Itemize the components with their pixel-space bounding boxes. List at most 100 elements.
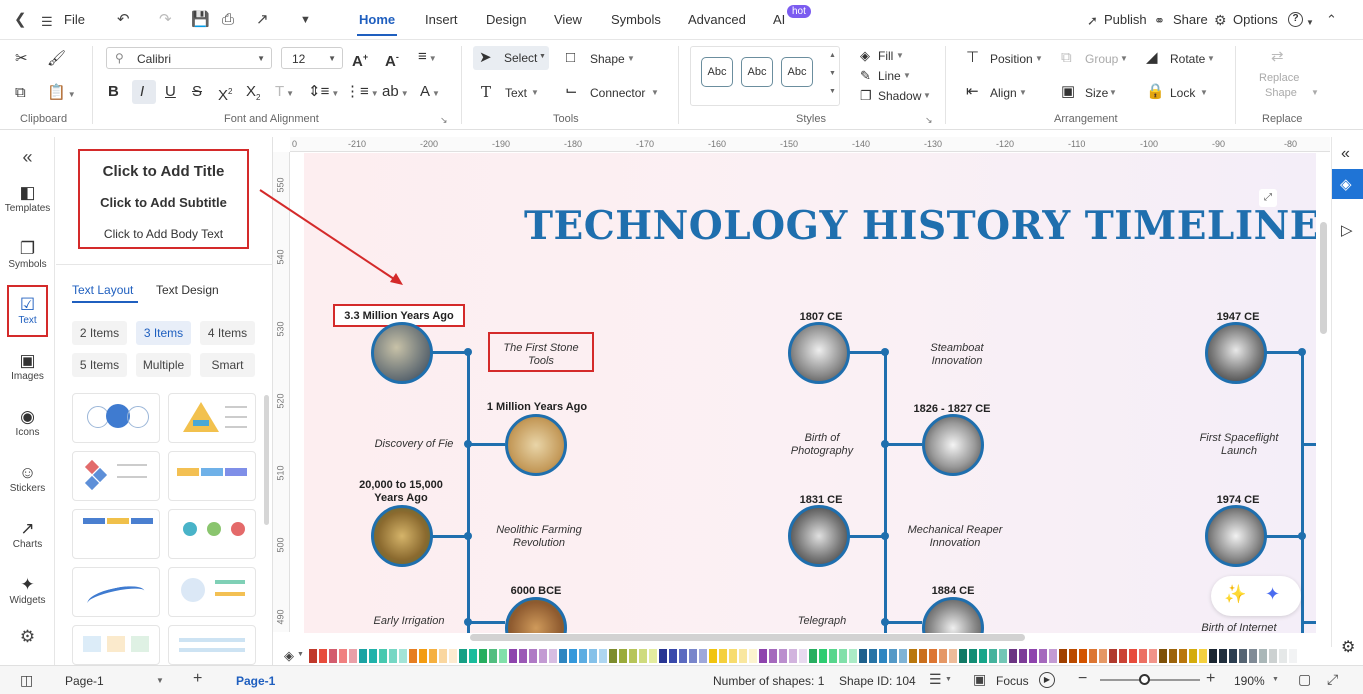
- size-button[interactable]: Size: [1085, 85, 1108, 101]
- rail-symbols[interactable]: ❐ Symbols: [0, 239, 55, 270]
- increase-font-icon[interactable]: A+: [352, 48, 368, 71]
- line-button[interactable]: Line: [878, 68, 901, 84]
- page-layout-icon[interactable]: ◫: [20, 672, 33, 689]
- color-swatch[interactable]: [669, 649, 677, 663]
- color-swatch[interactable]: [659, 649, 667, 663]
- color-swatch[interactable]: [1079, 649, 1087, 663]
- rotate-button[interactable]: Rotate: [1170, 51, 1205, 67]
- fill-button[interactable]: Fill: [878, 48, 893, 64]
- ai-sparkle-icon[interactable]: ✦: [1265, 584, 1280, 605]
- color-swatch[interactable]: [519, 649, 527, 663]
- tab-text-layout[interactable]: Text Layout: [72, 283, 133, 297]
- replace-shape-label-2[interactable]: Shape: [1265, 85, 1297, 101]
- color-swatch[interactable]: [859, 649, 867, 663]
- event-note[interactable]: Discovery of Fie: [359, 438, 469, 451]
- color-swatch[interactable]: [1229, 649, 1237, 663]
- color-swatch[interactable]: [739, 649, 747, 663]
- expand-panel-icon[interactable]: «: [1341, 145, 1350, 163]
- collapse-ribbon-icon[interactable]: ⌃: [1326, 10, 1337, 30]
- text-highlight-icon[interactable]: ab ▼: [382, 83, 409, 103]
- panel-scrollbar[interactable]: [264, 395, 269, 525]
- page-tab-active[interactable]: Page-1: [236, 674, 275, 688]
- font-family-select[interactable]: ⚲ Calibri ▼: [106, 47, 272, 69]
- color-swatch[interactable]: [999, 649, 1007, 663]
- fill-icon[interactable]: ◈: [860, 47, 870, 65]
- rail-charts[interactable]: ↗ Charts: [0, 519, 55, 550]
- color-swatch[interactable]: [559, 649, 567, 663]
- color-swatch[interactable]: [649, 649, 657, 663]
- color-swatch[interactable]: [679, 649, 687, 663]
- color-swatch[interactable]: [709, 649, 717, 663]
- color-swatch[interactable]: [919, 649, 927, 663]
- position-button[interactable]: Position: [990, 51, 1033, 67]
- tab-advanced[interactable]: Advanced: [688, 12, 746, 28]
- vertical-scrollbar[interactable]: [1320, 222, 1327, 334]
- connector-button[interactable]: Connector: [590, 85, 645, 101]
- font-size-select[interactable]: 12 ▼: [281, 47, 343, 69]
- event-note[interactable]: Birth of Internet: [1184, 622, 1294, 633]
- pill-multiple[interactable]: Multiple: [136, 353, 191, 377]
- color-swatch[interactable]: [1139, 649, 1147, 663]
- color-swatch[interactable]: [449, 649, 457, 663]
- color-swatch[interactable]: [979, 649, 987, 663]
- file-menu[interactable]: File: [64, 12, 85, 28]
- color-swatch[interactable]: [769, 649, 777, 663]
- text-case-icon[interactable]: T ▼: [275, 83, 294, 103]
- pill-5-items[interactable]: 5 Items: [72, 353, 127, 377]
- gallery-up-icon[interactable]: ▲: [829, 52, 836, 59]
- color-swatch[interactable]: [1039, 649, 1047, 663]
- color-swatch[interactable]: [1199, 649, 1207, 663]
- collapse-panel-icon[interactable]: «: [0, 147, 55, 168]
- chevron-down-icon[interactable]: ▼: [945, 676, 952, 683]
- quick-access-more-icon[interactable]: ▼: [300, 10, 311, 30]
- help-dropdown-icon[interactable]: ▼: [1306, 13, 1314, 33]
- connector-icon[interactable]: ⌙: [565, 82, 578, 100]
- style-preset-3[interactable]: Abc: [781, 57, 813, 87]
- publish-button[interactable]: Publish: [1104, 12, 1147, 28]
- text-preset-card[interactable]: Click to Add Title Click to Add Subtitle…: [78, 149, 249, 249]
- cut-icon[interactable]: ✂: [15, 50, 28, 68]
- play-icon[interactable]: ▶: [1039, 672, 1055, 688]
- format-painter-icon[interactable]: 🖌: [47, 50, 66, 68]
- shadow-icon[interactable]: ❐: [860, 87, 872, 105]
- expand-dialog-icon[interactable]: ↘: [440, 115, 448, 126]
- rail-images[interactable]: ▣ Images: [0, 351, 55, 382]
- shape-button[interactable]: Shape: [590, 51, 625, 67]
- presentation-icon[interactable]: ▷: [1341, 221, 1353, 239]
- style-preset-2[interactable]: Abc: [741, 57, 773, 87]
- color-swatch[interactable]: [749, 649, 757, 663]
- style-preset-1[interactable]: Abc: [701, 57, 733, 87]
- color-swatch[interactable]: [609, 649, 617, 663]
- layout-thumb-diamonds[interactable]: [72, 451, 160, 501]
- color-swatch[interactable]: [1289, 649, 1297, 663]
- layout-thumb-rows[interactable]: [168, 625, 256, 665]
- rail-templates[interactable]: ◧ Templates: [0, 183, 55, 214]
- color-swatch[interactable]: [939, 649, 947, 663]
- settings-icon[interactable]: ⚙: [1341, 637, 1355, 657]
- color-swatch[interactable]: [589, 649, 597, 663]
- color-swatch[interactable]: [379, 649, 387, 663]
- redo-icon[interactable]: ↷: [159, 10, 172, 30]
- color-swatch[interactable]: [409, 649, 417, 663]
- color-swatch[interactable]: [369, 649, 377, 663]
- color-swatch[interactable]: [389, 649, 397, 663]
- color-swatch[interactable]: [809, 649, 817, 663]
- color-swatch[interactable]: [1269, 649, 1277, 663]
- chevron-down-icon[interactable]: ▼: [297, 651, 304, 658]
- tab-symbols[interactable]: Symbols: [611, 12, 661, 28]
- group-button[interactable]: Group: [1085, 51, 1118, 67]
- color-swatch[interactable]: [949, 649, 957, 663]
- bullets-icon[interactable]: ⋮≡ ▼: [345, 83, 379, 103]
- format-panel-button[interactable]: ◈: [1332, 169, 1363, 199]
- color-swatch[interactable]: [1099, 649, 1107, 663]
- color-swatch[interactable]: [1159, 649, 1167, 663]
- color-swatch[interactable]: [779, 649, 787, 663]
- color-swatch[interactable]: [629, 649, 637, 663]
- tab-insert[interactable]: Insert: [425, 12, 458, 28]
- tab-ai[interactable]: AI: [773, 12, 785, 28]
- line-spacing-icon[interactable]: ⇕≡ ▼: [308, 83, 339, 103]
- event-date-label[interactable]: Years Ago: [351, 492, 451, 505]
- text-tool-icon[interactable]: T: [481, 83, 491, 101]
- select-button[interactable]: ➤ Select ▼: [473, 46, 549, 70]
- camera-image[interactable]: [922, 414, 984, 476]
